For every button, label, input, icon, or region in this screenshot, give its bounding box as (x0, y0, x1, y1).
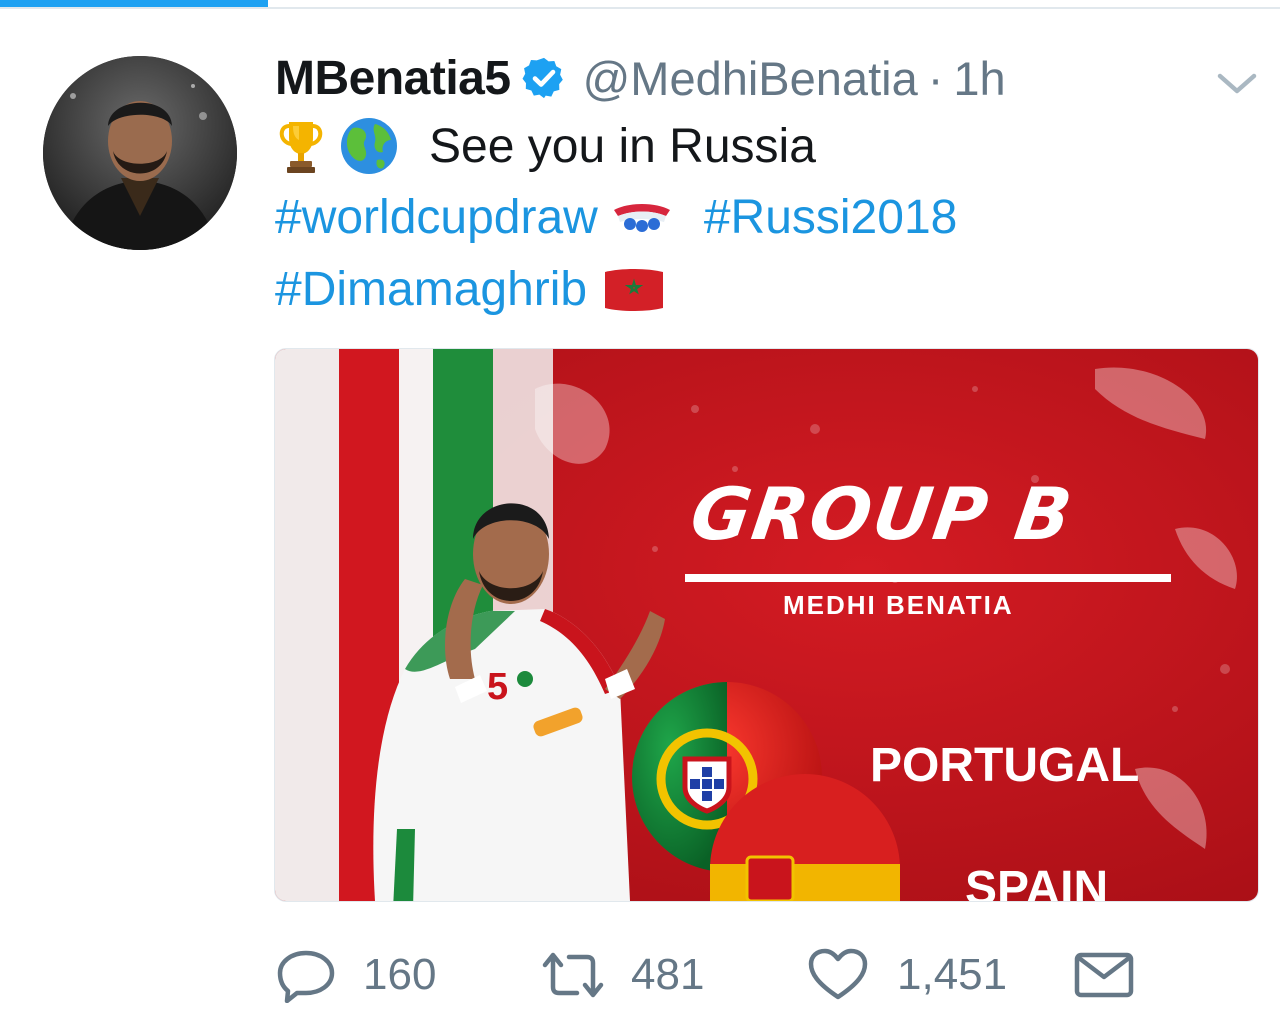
tweet-header: MBenatia5 @MedhiBenatia · 1h (275, 48, 1006, 108)
tweet-media-image[interactable]: 5 GROUP B MEDHI BENATIA PORTUGAL SPAIN (274, 348, 1259, 902)
group-b-banner: 5 GROUP B MEDHI BENATIA PORTUGAL SPAIN (275, 349, 1258, 901)
user-handle[interactable]: @MedhiBenatia (583, 51, 918, 106)
timestamp[interactable]: 1h (953, 51, 1005, 106)
direct-message-button[interactable] (1073, 940, 1135, 1010)
morocco-flag-icon (605, 268, 664, 311)
tweet-text: See you in Russia (429, 119, 816, 173)
verified-badge-icon (522, 57, 563, 99)
hashtag-dimamaghrib[interactable]: #Dimamaghrib (275, 262, 587, 317)
team-name: SPAIN (965, 862, 1108, 901)
chevron-down-icon[interactable] (1214, 66, 1260, 100)
envelope-icon (1074, 952, 1134, 998)
trophy-emoji-icon (279, 122, 323, 173)
worldcup-emoji-icon (613, 203, 670, 232)
title-underline (685, 574, 1171, 582)
retweet-count: 481 (631, 950, 705, 999)
hashtag-russi2018[interactable]: #Russi2018 (704, 190, 958, 245)
player-name: MEDHI BENATIA (783, 590, 1014, 620)
banner-title: GROUP B (686, 473, 1079, 557)
globe-emoji-icon (341, 118, 397, 174)
jersey-number: 5 (487, 666, 508, 708)
tweet-actions: 160 481 1,451 (275, 940, 1265, 1010)
hashtag-worldcupdraw[interactable]: #worldcupdraw (275, 190, 598, 245)
retweet-icon (542, 952, 604, 998)
avatar-image (43, 56, 237, 250)
like-count: 1,451 (897, 950, 1008, 999)
avatar[interactable] (43, 56, 237, 250)
hashtag-line: #worldcupdraw #Russi2018 (275, 190, 957, 245)
top-bar (0, 0, 1280, 9)
heart-icon (808, 948, 868, 1000)
hashtag-line: #Dimamaghrib (275, 262, 667, 317)
like-button[interactable]: 1,451 (807, 940, 1007, 1010)
display-name[interactable]: MBenatia5 (275, 51, 511, 106)
tweet-text-line: See you in Russia (275, 116, 816, 176)
reply-count: 160 (363, 950, 437, 999)
reply-button[interactable]: 160 (275, 940, 436, 1010)
retweet-button[interactable]: 481 (537, 940, 704, 1010)
team-name: PORTUGAL (870, 739, 1139, 792)
reply-icon (277, 950, 335, 1003)
progress-indicator (0, 0, 268, 7)
separator-dot: · (927, 51, 944, 105)
